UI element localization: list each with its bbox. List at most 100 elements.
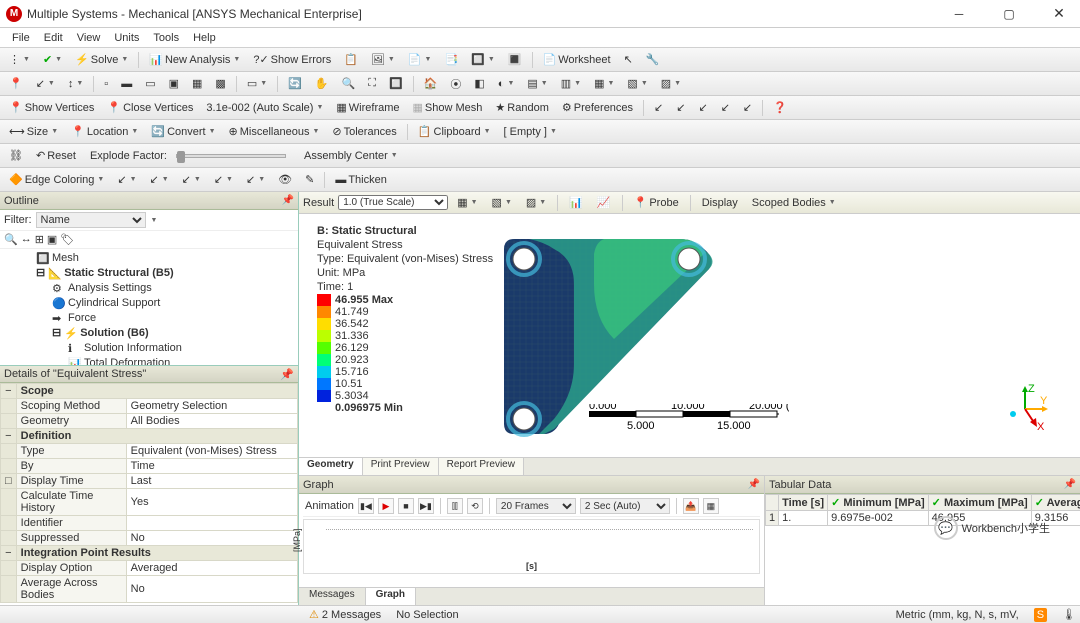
tree-analysis-settings[interactable]: ⚙Analysis Settings xyxy=(20,281,298,296)
coordinate-triad[interactable]: Z Y X xyxy=(1000,384,1050,434)
tree-solution[interactable]: ⊟ ⚡Solution (B6) xyxy=(20,326,298,341)
view-icon-8[interactable]: ▨▼ xyxy=(656,75,686,92)
anim-first-button[interactable]: ▮◀ xyxy=(358,498,374,514)
frames-select[interactable]: 20 Frames xyxy=(496,498,576,514)
edge-coloring-button[interactable]: 🔶 Edge Coloring ▼ xyxy=(4,171,109,188)
details-pin-icon[interactable]: 📌 xyxy=(280,368,294,381)
col-min[interactable]: ✓ Minimum [MPa] xyxy=(828,495,929,511)
col-time[interactable]: Time [s] xyxy=(779,495,828,511)
col-avg[interactable]: ✓ Average xyxy=(1031,495,1080,511)
menu-units[interactable]: Units xyxy=(108,30,145,46)
view-icon-7[interactable]: ▧▼ xyxy=(622,75,652,92)
auto-scale-dropdown[interactable]: 3.1e-002 (Auto Scale) ▼ xyxy=(201,100,328,116)
empty-button[interactable]: [ Empty ] ▼ xyxy=(499,124,562,140)
cat-toggle-2[interactable]: − xyxy=(1,429,17,444)
sel-elem-icon[interactable]: ▩ xyxy=(210,75,230,92)
view-icon-3[interactable]: ◐▼ xyxy=(493,76,520,92)
cat-toggle-3[interactable]: − xyxy=(1,546,17,561)
anim-last-button[interactable]: ▶▮ xyxy=(418,498,434,514)
edge-btn-1[interactable]: ↙▼ xyxy=(112,171,141,188)
tab-messages[interactable]: Messages xyxy=(299,588,366,605)
tree-cylindrical-support[interactable]: 🔵Cylindrical Support xyxy=(20,296,298,311)
result-icon-5[interactable]: 📈 xyxy=(592,194,616,211)
menu-tools[interactable]: Tools xyxy=(147,30,185,46)
table-row[interactable]: 1 1. 9.6975e-002 46.955 9.3156 xyxy=(766,511,1080,526)
tab-report-preview[interactable]: Report Preview xyxy=(439,458,524,475)
tb-icon-5[interactable]: 🔲▼ xyxy=(466,51,500,68)
anim-export-button[interactable]: 📤 xyxy=(683,498,699,514)
val-avg-across[interactable]: No xyxy=(126,576,297,603)
tb-icon-6[interactable]: 🔳 xyxy=(503,51,527,68)
tolerances-button[interactable]: ⊘ Tolerances xyxy=(327,123,401,140)
val-calc-time[interactable]: Yes xyxy=(126,489,297,516)
select-icon[interactable]: 📍 xyxy=(4,75,28,92)
tb-icon-7[interactable]: 🔧 xyxy=(641,51,665,68)
anim-mode-2[interactable]: ⟲ xyxy=(467,498,483,514)
location-button[interactable]: 📍 Location ▼ xyxy=(66,123,143,140)
tree-total-deformation[interactable]: 📊Total Deformation xyxy=(20,356,298,365)
sel-node-icon[interactable]: ▦ xyxy=(187,75,207,92)
explode-icon[interactable]: ⛓ xyxy=(4,147,28,164)
coord-icon-1[interactable]: ↙▼ xyxy=(31,75,60,92)
coord-ctrl-5[interactable]: ↙ xyxy=(738,99,757,116)
val-geometry[interactable]: All Bodies xyxy=(126,414,297,429)
explode-slider[interactable] xyxy=(176,154,286,158)
view-icon-1[interactable]: 🏠 xyxy=(419,75,443,92)
reset-button[interactable]: ↶ Reset xyxy=(31,147,81,164)
filter-expand-icon[interactable]: ↔ xyxy=(21,233,32,246)
maximize-button[interactable]: ▢ xyxy=(994,4,1024,24)
tab-print-preview[interactable]: Print Preview xyxy=(363,458,439,475)
val-type[interactable]: Equivalent (von-Mises) Stress xyxy=(126,444,297,459)
help-icon[interactable]: ❓ xyxy=(768,99,792,116)
tb-icon-2[interactable]: 🖼▼ xyxy=(366,51,400,68)
close-vertices-button[interactable]: 📍 Close Vertices xyxy=(102,99,198,116)
col-max[interactable]: ✓ Maximum [MPa] xyxy=(928,495,1031,511)
val-display-option[interactable]: Averaged xyxy=(126,561,297,576)
tb-icon-1[interactable]: 📋 xyxy=(339,51,363,68)
outline-tree[interactable]: 🔲Mesh ⊟ 📐Static Structural (B5) ⚙Analysi… xyxy=(0,249,298,365)
outline-gear-icon[interactable]: 📌 xyxy=(282,195,294,206)
val-scoping-method[interactable]: Geometry Selection xyxy=(126,399,297,414)
anim-play-button[interactable]: ▶ xyxy=(378,498,394,514)
menu-help[interactable]: Help xyxy=(187,30,222,46)
zoom-box-icon[interactable]: 🔲 xyxy=(384,75,408,92)
result-icon-2[interactable]: ▧▼ xyxy=(487,194,517,211)
filter-tag-icon[interactable]: 🏷 xyxy=(60,233,74,246)
pan-icon[interactable]: ✋ xyxy=(310,75,334,92)
assembly-center-dropdown[interactable]: Assembly Center ▼ xyxy=(299,148,403,164)
filter-tree-icon[interactable]: ⊞ xyxy=(35,233,44,246)
menu-edit[interactable]: Edit xyxy=(38,30,69,46)
minimize-button[interactable]: ─ xyxy=(944,4,974,24)
filter-sel-icon[interactable]: ▣ xyxy=(47,233,57,246)
edge-btn-2[interactable]: ↙▼ xyxy=(145,171,174,188)
filter-clear-icon[interactable]: 🔍 xyxy=(4,233,18,246)
menu-view[interactable]: View xyxy=(71,30,107,46)
display-button[interactable]: Display xyxy=(697,195,743,211)
sel-edge-icon[interactable]: ▬ xyxy=(116,76,137,92)
pen-icon[interactable]: ✎ xyxy=(300,171,319,188)
wireframe-button[interactable]: ▦ Wireframe xyxy=(331,99,404,116)
box-select-icon[interactable]: ▭▼ xyxy=(242,75,272,92)
coord-ctrl-1[interactable]: ↙ xyxy=(649,99,668,116)
anim-settings-button[interactable]: ▦ xyxy=(703,498,719,514)
zoom-icon[interactable]: 🔍 xyxy=(337,75,361,92)
tab-geometry[interactable]: Geometry xyxy=(299,458,363,475)
random-button[interactable]: ★ Random xyxy=(490,99,553,116)
sel-body-icon[interactable]: ▣ xyxy=(164,75,184,92)
tree-force[interactable]: ➡Force xyxy=(20,311,298,326)
size-button[interactable]: ⟷ Size ▼ xyxy=(4,123,63,140)
menu-file[interactable]: File xyxy=(6,30,36,46)
show-errors-button[interactable]: ?✓ Show Errors xyxy=(248,51,336,68)
view-icon-4[interactable]: ▤▼ xyxy=(522,75,552,92)
solve-button[interactable]: ⚡ Solve ▼ xyxy=(70,51,133,68)
sel-vertex-icon[interactable]: ▫ xyxy=(99,76,113,92)
check-icon[interactable]: ✔▼ xyxy=(38,51,67,68)
sel-face-icon[interactable]: ▭ xyxy=(140,75,160,92)
eye-icon[interactable]: 👁 xyxy=(273,171,297,188)
convert-button[interactable]: 🔄 Convert ▼ xyxy=(146,123,220,140)
preferences-button[interactable]: ⚙ Preferences xyxy=(557,99,638,116)
probe-button[interactable]: 📍 Probe xyxy=(629,194,684,211)
status-messages[interactable]: ⚠2 Messages xyxy=(309,608,381,621)
pointer-icon[interactable]: ↖ xyxy=(619,51,638,68)
show-vertices-button[interactable]: 📍 Show Vertices xyxy=(4,99,99,116)
